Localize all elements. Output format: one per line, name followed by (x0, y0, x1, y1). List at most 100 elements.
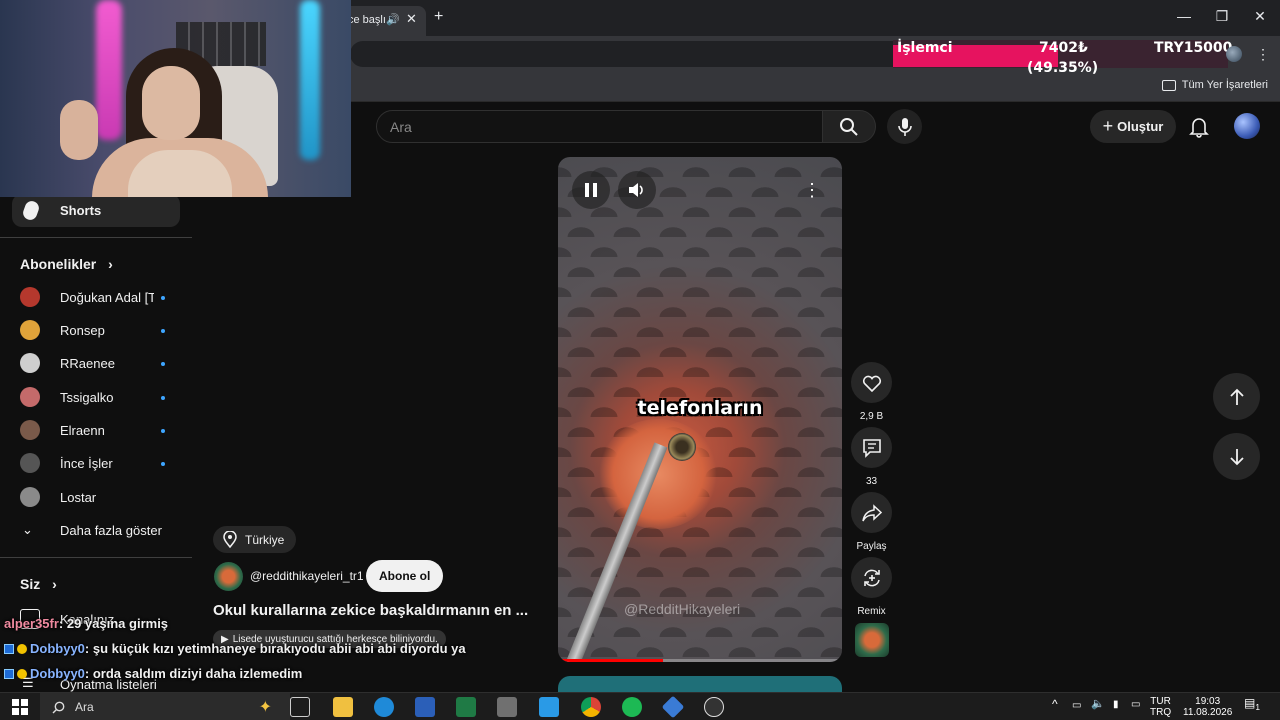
volume-button[interactable] (618, 171, 656, 209)
create-label: Oluştur (1117, 119, 1164, 134)
remix-button[interactable] (851, 557, 892, 598)
subscribe-button[interactable]: Abone ol (366, 560, 444, 592)
windows-start-icon[interactable] (12, 699, 28, 715)
volume-tray-icon[interactable]: 🔈 (1091, 699, 1105, 710)
windows-taskbar: Ara ✦ ^ ▭ 🔈 ▮ ▭ TUR TRQ 19:03 11.08.2026… (0, 692, 1280, 720)
app-icon[interactable] (661, 695, 685, 719)
channel-name: Ronsep (60, 323, 105, 338)
location-label: Türkiye (245, 532, 285, 547)
sidebar-item-subscription[interactable]: Lostar (0, 481, 192, 514)
account-avatar[interactable] (1234, 113, 1260, 139)
language-indicator[interactable]: TUR TRQ (1150, 696, 1171, 718)
channel-avatar (20, 387, 40, 407)
sidebar-item-subscription[interactable]: İnce İşler (0, 447, 192, 480)
sidebar-item-subscription[interactable]: Elraenn (0, 414, 192, 447)
video-caption: telefonların (637, 397, 763, 419)
webcam-overlay (0, 0, 351, 197)
remix-action[interactable]: Remix (851, 557, 892, 617)
neon-light-cyan (300, 0, 320, 160)
obs-icon[interactable] (704, 697, 724, 717)
remix-label: Remix (857, 606, 886, 617)
clock[interactable]: 19:03 11.08.2026 (1183, 696, 1232, 718)
subscriptions-heading[interactable]: Abonelikler › (20, 256, 113, 272)
store-icon[interactable] (539, 697, 559, 717)
new-tab-button[interactable]: + (434, 8, 443, 26)
sidebar-item-subscription[interactable]: Ronsep (0, 314, 192, 347)
word-icon[interactable] (415, 697, 435, 717)
mic-tray-icon[interactable]: ▮ (1113, 699, 1119, 710)
channel-avatar (20, 420, 40, 440)
short-video-player[interactable]: ⋮ telefonların @RedditHikayeleri (558, 157, 842, 662)
video-progress-fill (558, 659, 664, 662)
search-icon (52, 701, 65, 713)
notifications-button[interactable] (1186, 114, 1212, 140)
minimize-button[interactable]: — (1172, 8, 1196, 24)
new-content-dot (161, 429, 165, 433)
share-action[interactable]: Paylaş (851, 492, 892, 552)
you-heading[interactable]: Siz › (20, 576, 57, 592)
taskbar-search-label: Ara (75, 700, 94, 714)
cleaned-area (598, 419, 718, 529)
browser-menu-icon[interactable]: ⋮ (1256, 46, 1270, 63)
chrome-icon[interactable] (581, 697, 601, 717)
sidebar-item-label: Shorts (60, 203, 102, 218)
sidebar-item-show-more[interactable]: ⌄ Daha fazla göster (0, 514, 192, 547)
sidebar-item-subscription[interactable]: Doğukan Adal [T... (0, 281, 192, 314)
sidebar-item-subscription[interactable]: Tssigalko (0, 381, 192, 414)
window-close-button[interactable]: ✕ (1248, 8, 1272, 25)
comment-action[interactable]: 33 (851, 427, 892, 487)
video-more-button[interactable]: ⋮ (793, 171, 831, 209)
search-icon (840, 117, 858, 136)
sound-source-thumbnail[interactable] (855, 623, 889, 657)
channel-avatar (20, 287, 40, 307)
taskbar-search[interactable]: Ara ✦ (40, 693, 290, 720)
channel-name: İnce İşler (60, 456, 113, 471)
chat-message: Dobbyy0: orda saldım diziyi daha izlemed… (4, 666, 302, 681)
notification-count: 1 (1255, 702, 1260, 712)
volume-icon (629, 183, 643, 197)
previous-short-button[interactable] (1213, 373, 1260, 420)
new-content-dot (161, 462, 165, 466)
tray-chevron-up-icon[interactable]: ^ (1052, 698, 1058, 710)
browser-tab[interactable]: ce başlı 🔊 ✕ (340, 6, 426, 36)
location-chip[interactable]: Türkiye (213, 526, 297, 553)
task-view-icon[interactable] (290, 697, 310, 717)
subscriptions-heading-label: Abonelikler (20, 256, 97, 272)
bookmarks-folder[interactable]: Tüm Yer İşaretleri (1161, 79, 1268, 91)
like-action[interactable]: 2,9 B (851, 362, 892, 422)
search-button[interactable] (822, 110, 876, 143)
video-progress-track[interactable] (558, 659, 842, 662)
spotify-icon[interactable] (622, 697, 642, 717)
browser-profile-icon[interactable] (1226, 46, 1242, 62)
channel-avatar[interactable] (214, 562, 243, 591)
speaker-icon[interactable]: 🔊 (386, 13, 400, 26)
notification-center-icon[interactable]: ▤1 (1244, 697, 1260, 713)
search-input[interactable]: Ara (376, 110, 823, 143)
network-icon[interactable]: ▭ (1131, 699, 1140, 710)
like-button[interactable] (851, 362, 892, 403)
arrow-down-icon (1229, 448, 1244, 465)
cpu-percent: (49.35%) (1027, 60, 1099, 76)
file-explorer-icon[interactable] (333, 697, 353, 717)
new-content-dot (161, 329, 165, 333)
excel-icon[interactable] (456, 697, 476, 717)
clock-time: 19:03 (1195, 696, 1221, 707)
like-count: 2,9 B (859, 411, 884, 422)
share-button[interactable] (851, 492, 892, 533)
comment-button[interactable] (851, 427, 892, 468)
create-button[interactable]: + Oluştur (1090, 110, 1176, 143)
maximize-button[interactable]: ❐ (1210, 8, 1234, 25)
streamer-face (142, 66, 200, 140)
video-title[interactable]: Okul kurallarına zekice başkaldırmanın e… (213, 602, 528, 619)
channel-handle[interactable]: @reddithikayeleri_tr1 (250, 569, 364, 583)
sidebar-item-shorts[interactable]: Shorts (12, 194, 180, 227)
pause-button[interactable] (572, 171, 610, 209)
sidebar-item-subscription[interactable]: RRaenee (0, 347, 192, 380)
close-tab-icon[interactable]: ✕ (406, 11, 417, 27)
next-short-button[interactable] (1213, 433, 1260, 480)
voice-search-button[interactable] (887, 109, 922, 144)
calculator-icon[interactable] (497, 697, 517, 717)
battery-icon[interactable]: ▭ (1072, 700, 1081, 711)
share-label: Paylaş (856, 541, 887, 552)
edge-icon[interactable] (374, 697, 394, 717)
